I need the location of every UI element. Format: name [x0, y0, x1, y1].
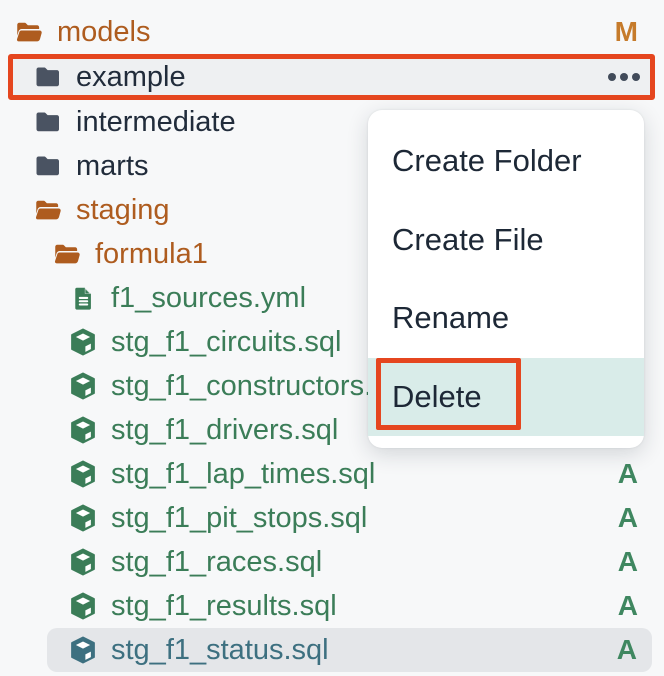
model-cube-icon — [68, 591, 98, 621]
model-cube-icon — [68, 415, 98, 445]
folder-open-icon — [52, 239, 82, 269]
tree-row-stg-f1-pit-stops[interactable]: stg_f1_pit_stops.sql A — [0, 496, 664, 540]
folder-open-icon — [33, 195, 63, 225]
tree-row-models[interactable]: models M — [0, 10, 664, 54]
file-name: stg_f1_lap_times.sql — [111, 460, 375, 489]
folder-name: example — [76, 63, 186, 92]
model-cube-icon — [68, 371, 98, 401]
ellipsis-menu-icon[interactable] — [604, 73, 640, 81]
model-cube-icon — [68, 503, 98, 533]
folder-name: models — [57, 18, 151, 47]
file-doc-icon — [68, 283, 98, 313]
file-name: stg_f1_constructors.sql — [111, 372, 409, 401]
model-cube-icon — [68, 327, 98, 357]
tree-row-stg-f1-races[interactable]: stg_f1_races.sql A — [0, 540, 664, 584]
file-name: f1_sources.yml — [111, 284, 306, 313]
git-status-badge: M — [615, 16, 638, 48]
git-status-badge: A — [618, 502, 638, 534]
folder-open-icon — [14, 17, 44, 47]
menu-item-create-file[interactable]: Create File — [368, 201, 644, 280]
folder-name: intermediate — [76, 108, 236, 137]
git-status-badge: A — [618, 546, 638, 578]
tree-row-stg-f1-results[interactable]: stg_f1_results.sql A — [0, 584, 664, 628]
git-status-badge: A — [617, 634, 637, 666]
file-name: stg_f1_circuits.sql — [111, 328, 342, 357]
model-cube-icon — [68, 459, 98, 489]
git-status-badge: A — [618, 590, 638, 622]
model-cube-icon — [68, 635, 98, 665]
tree-row-stg-f1-lap-times[interactable]: stg_f1_lap_times.sql A — [0, 452, 664, 496]
folder-icon — [33, 107, 63, 137]
tree-row-example[interactable]: example — [8, 54, 655, 100]
menu-item-rename[interactable]: Rename — [368, 279, 644, 358]
menu-item-create-folder[interactable]: Create Folder — [368, 122, 644, 201]
file-name: stg_f1_races.sql — [111, 548, 322, 577]
folder-name: formula1 — [95, 240, 208, 269]
tree-row-stg-f1-status[interactable]: stg_f1_status.sql A — [47, 628, 652, 672]
git-status-badge: A — [618, 458, 638, 490]
file-name: stg_f1_results.sql — [111, 592, 337, 621]
file-name: stg_f1_status.sql — [111, 636, 329, 665]
context-menu: Create Folder Create File Rename Delete — [368, 110, 644, 448]
folder-name: staging — [76, 196, 170, 225]
model-cube-icon — [68, 547, 98, 577]
file-name: stg_f1_pit_stops.sql — [111, 504, 367, 533]
folder-icon — [33, 151, 63, 181]
folder-icon — [33, 62, 63, 92]
file-name: stg_f1_drivers.sql — [111, 416, 338, 445]
folder-name: marts — [76, 152, 149, 181]
menu-item-delete[interactable]: Delete — [368, 358, 644, 437]
